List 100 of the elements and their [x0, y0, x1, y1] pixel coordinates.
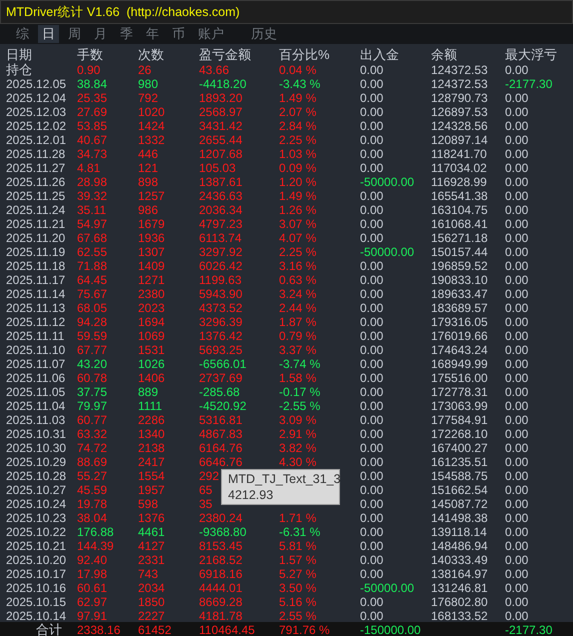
tab[interactable]: 账户 [194, 25, 228, 43]
table-cell: 39.32 [77, 189, 108, 203]
table-cell: -6.31 % [279, 525, 320, 539]
table-cell: 1.26 % [279, 203, 316, 217]
table-cell: 0.00 [360, 357, 384, 371]
table-cell: 3431.42 [199, 119, 242, 133]
column-header: 最大浮亏 [505, 47, 557, 62]
table-cell: 60.77 [77, 413, 108, 427]
table-cell: 1409 [138, 259, 165, 273]
table-cell: 0.00 [360, 287, 384, 301]
table-cell: 156271.18 [431, 231, 488, 245]
table-cell: 0.00 [360, 567, 384, 581]
table-cell: 0.00 [505, 581, 528, 595]
table-cell: 0.00 [360, 217, 384, 231]
table-cell: 0.00 [505, 455, 528, 469]
table-cell: 0.00 [505, 595, 528, 609]
table-cell: 176802.80 [431, 595, 488, 609]
table-cell: 2025.11.13 [6, 301, 66, 315]
table-cell: 6646.76 [199, 455, 242, 469]
table-cell: 71.88 [77, 259, 108, 273]
table-cell: 0.00 [360, 77, 384, 91]
table-cell: 2.25 % [279, 245, 316, 259]
table-cell: 1554 [138, 469, 165, 483]
table-cell: 0.00 [505, 567, 528, 581]
table-cell: 60.78 [77, 371, 108, 385]
table-cell: 54.97 [77, 217, 108, 231]
table-cell: 0.00 [505, 245, 528, 259]
table-cell: 0.00 [505, 273, 528, 287]
table-cell: 150157.44 [431, 245, 488, 259]
table-cell: 173063.99 [431, 399, 488, 413]
table-cell: 1679 [138, 217, 165, 231]
tab[interactable]: 历史 [247, 25, 281, 43]
table-cell: 6164.76 [199, 441, 242, 455]
table-cell: 1694 [138, 315, 165, 329]
table-cell: 138164.97 [431, 567, 488, 581]
table-cell: 1936 [138, 231, 165, 245]
table-cell: 120897.14 [431, 133, 488, 147]
table-cell: 40.67 [77, 133, 108, 147]
table-cell: 6113.74 [199, 231, 242, 245]
table-cell: -2177.30 [505, 77, 552, 91]
table-cell: 2025.11.28 [6, 147, 66, 161]
table-cell: 1332 [138, 133, 165, 147]
table-cell: 4444.01 [199, 581, 242, 595]
table-cell: 0.00 [505, 315, 528, 329]
table-cell: -2.55 % [279, 399, 320, 413]
tab[interactable]: 日 [38, 25, 59, 43]
table-cell: 121 [138, 161, 158, 175]
table-cell: -6566.01 [199, 357, 246, 371]
table-cell: 145087.72 [431, 497, 488, 511]
table-cell: 165541.38 [431, 189, 488, 203]
table-cell: 0.00 [505, 217, 528, 231]
table-cell: 2025.10.29 [6, 455, 66, 469]
table-cell: 2025.10.23 [6, 511, 66, 525]
table-cell: 3296.39 [199, 315, 242, 329]
table-cell: 6918.16 [199, 567, 242, 581]
table-cell: 0.00 [360, 203, 384, 217]
table-cell: 4867.83 [199, 427, 242, 441]
table-cell: 792 [138, 91, 158, 105]
table-cell: 131246.81 [431, 581, 488, 595]
table-cell: 4373.52 [199, 301, 242, 315]
table-cell: 0.00 [360, 315, 384, 329]
table-cell: 0.00 [505, 147, 528, 161]
column-header: 手数 [77, 47, 103, 62]
table-cell: 45.59 [77, 483, 108, 497]
table-cell: 0.00 [505, 231, 528, 245]
tab[interactable]: 年 [142, 25, 163, 43]
table-cell: 1424 [138, 119, 165, 133]
table-cell: 2025.11.10 [6, 343, 66, 357]
tab[interactable]: 综 [12, 25, 33, 43]
table-cell: 0.00 [505, 329, 528, 343]
table-cell: 0.00 [360, 371, 384, 385]
tab[interactable]: 季 [116, 25, 137, 43]
table-cell: 179316.05 [431, 315, 488, 329]
table-cell: 2025.11.05 [6, 385, 66, 399]
table-cell: 743 [138, 567, 158, 581]
table-cell: 2286 [138, 413, 165, 427]
table-cell: 2025.11.20 [6, 231, 66, 245]
table-cell: 161068.41 [431, 217, 488, 231]
tab[interactable]: 月 [90, 25, 111, 43]
table-cell: 3.24 % [279, 287, 316, 301]
table-cell: 0.00 [505, 343, 528, 357]
table-cell: 0.00 [505, 119, 528, 133]
table-cell: 94.28 [77, 315, 108, 329]
tab[interactable]: 周 [64, 25, 85, 43]
table-cell: 986 [138, 203, 158, 217]
table-cell: 177584.91 [431, 413, 488, 427]
table-cell: -0.17 % [279, 385, 320, 399]
table-cell: 176.88 [77, 525, 114, 539]
table-cell: 0.00 [505, 203, 528, 217]
tab[interactable]: 币 [168, 25, 189, 43]
table-cell: 1.57 % [279, 553, 316, 567]
row-label: 合计 [36, 622, 62, 636]
table-cell: 61452 [138, 623, 172, 636]
table-cell: 3297.92 [199, 245, 242, 259]
table-cell: 176019.66 [431, 329, 488, 343]
table-cell: 2036.34 [199, 203, 242, 217]
table-cell: 2436.63 [199, 189, 242, 203]
table-cell: 151662.54 [431, 483, 488, 497]
table-cell: 2338.16 [77, 623, 120, 636]
table-cell: 19.78 [77, 497, 108, 511]
